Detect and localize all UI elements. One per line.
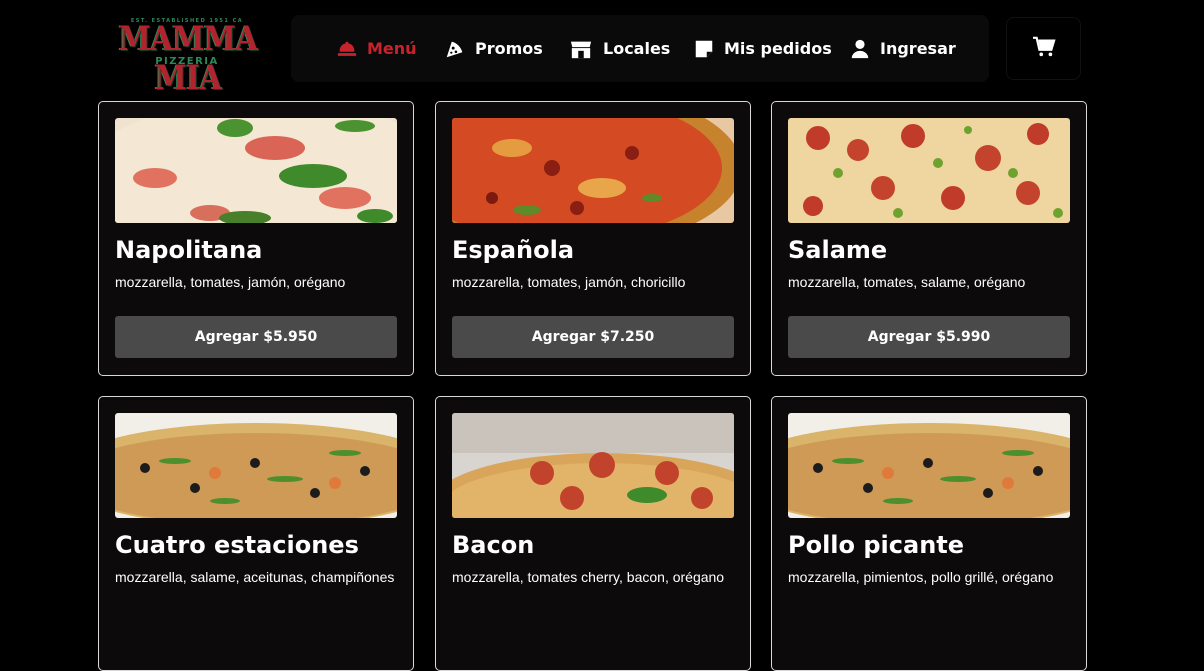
nav-label-menu: Menú [367, 39, 417, 58]
pizza-bacon-photo [452, 413, 734, 518]
add-to-cart-button[interactable]: Agregar $7.250 [452, 316, 734, 358]
user-icon [848, 37, 872, 61]
product-card: Española mozzarella, tomates, jamón, cho… [435, 101, 751, 376]
nav-label-mis-pedidos: Mis pedidos [724, 39, 832, 58]
product-description: mozzarella, salame, aceitunas, champiñon… [115, 569, 395, 585]
note-icon [692, 37, 716, 61]
nav-item-mis-pedidos[interactable]: Mis pedidos [692, 15, 832, 82]
product-name: Española [452, 236, 575, 264]
nav-item-locales[interactable]: Locales [567, 15, 670, 82]
product-card: Salame mozzarella, tomates, salame, orég… [771, 101, 1087, 376]
product-name: Pollo picante [788, 531, 965, 559]
store-icon [567, 37, 595, 61]
mamma-mia-logo[interactable]: EST. ESTABLISHED 1951 CA MAMMA MIA PIZZE… [101, 18, 273, 97]
pizza-espanola-photo [452, 118, 734, 223]
product-card: Bacon mozzarella, tomates cherry, bacon,… [435, 396, 751, 671]
product-description: mozzarella, tomates, jamón, choricillo [452, 274, 686, 290]
logo-subtitle: PIZZERIA [155, 56, 219, 67]
pizza-pollo-picante-photo [788, 413, 1070, 518]
add-to-cart-button[interactable]: Agregar $5.950 [115, 316, 397, 358]
product-description: mozzarella, tomates, salame, orégano [788, 274, 1026, 290]
product-name: Salame [788, 236, 888, 264]
product-card: Napolitana mozzarella, tomates, jamón, o… [98, 101, 414, 376]
product-name: Bacon [452, 531, 535, 559]
nav-label-promos: Promos [475, 39, 543, 58]
pizza-cuatro-estaciones-photo [115, 413, 397, 518]
product-card: Cuatro estaciones mozzarella, salame, ac… [98, 396, 414, 671]
cart-button[interactable] [1006, 17, 1081, 80]
pizza-salame-photo [788, 118, 1070, 223]
header: EST. ESTABLISHED 1951 CA MAMMA MIA PIZZE… [0, 0, 1204, 100]
product-name: Napolitana [115, 236, 263, 264]
nav-label-ingresar: Ingresar [880, 39, 956, 58]
bell-icon [335, 37, 359, 61]
nav-label-locales: Locales [603, 39, 671, 58]
pizza-slice-icon [443, 37, 467, 61]
nav-item-promos[interactable]: Promos [443, 15, 543, 82]
main-nav: Menú Promos Locales Mis pedidos Ingresar [291, 15, 989, 82]
cart-icon [1032, 36, 1056, 62]
product-description: mozzarella, tomates cherry, bacon, oréga… [452, 569, 725, 585]
product-name: Cuatro estaciones [115, 531, 359, 559]
nav-item-menu[interactable]: Menú [335, 15, 417, 82]
product-description: mozzarella, tomates, jamón, orégano [115, 274, 346, 290]
add-to-cart-button[interactable]: Agregar $5.990 [788, 316, 1070, 358]
pizza-napolitana-photo [115, 118, 397, 223]
nav-item-ingresar[interactable]: Ingresar [848, 15, 956, 82]
product-card: Pollo picante mozzarella, pimientos, pol… [771, 396, 1087, 671]
product-description: mozzarella, pimientos, pollo grillé, oré… [788, 569, 1054, 585]
